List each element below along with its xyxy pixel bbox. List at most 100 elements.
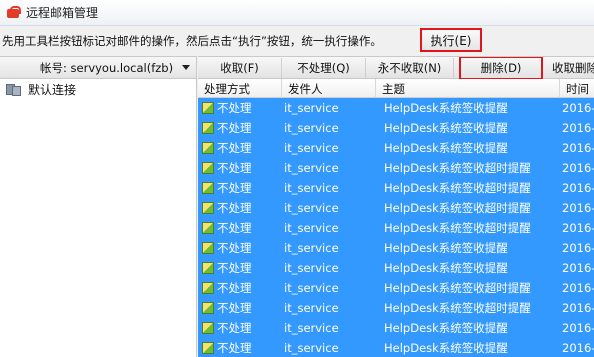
table-row[interactable]: 不处理 it_service HelpDesk系统签收提醒 2016- [198,338,594,357]
table-row[interactable]: 不处理 it_service HelpDesk系统签收超时提醒 2016- [198,198,594,218]
account-label: 帐号: servyou.local(fzb) [40,60,174,75]
subject-cell: HelpDesk系统签收提醒 [384,101,508,115]
sender-cell: it_service [284,121,339,135]
time-cell: 2016- [562,141,594,155]
table-row[interactable]: 不处理 it_service HelpDesk系统签收提醒 2016- [198,258,594,278]
mail-status-icon [202,342,214,354]
fetch-delete-button[interactable]: 收取删除 [548,58,594,78]
time-cell: 2016- [562,261,594,275]
sender-cell: it_service [284,261,339,275]
column-subject[interactable]: 主题 [376,79,560,98]
account-panel: 帐号: servyou.local(fzb) 默认连接 [0,56,197,357]
table-row[interactable]: 不处理 it_service HelpDesk系统签收提醒 2016- [198,238,594,258]
time-cell: 2016- [562,201,594,215]
table-row[interactable]: 不处理 it_service HelpDesk系统签收提醒 2016- [198,98,594,118]
action-cell: 不处理 [202,198,280,218]
time-cell: 2016- [562,241,594,255]
mail-status-icon [202,122,214,134]
instruction-text: 先用工具栏按钮标记对邮件的操作，然后点击“执行”按钮，统一执行操作。 [2,34,382,48]
connection-icon [6,83,21,96]
title-bar: 远程邮箱管理 [0,0,594,26]
table-row[interactable]: 不处理 it_service HelpDesk系统签收超时提醒 2016- [198,158,594,178]
time-cell: 2016- [562,181,594,195]
ignore-button[interactable]: 不处理(Q) [282,58,366,78]
table-row[interactable]: 不处理 it_service HelpDesk系统签收提醒 2016- [198,138,594,158]
subject-cell: HelpDesk系统签收超时提醒 [384,161,531,175]
subject-cell: HelpDesk系统签收提醒 [384,241,508,255]
action-text: 不处理 [217,161,252,175]
sender-cell: it_service [284,161,339,175]
action-text: 不处理 [217,301,252,315]
time-cell: 2016- [562,121,594,135]
mail-status-icon [202,282,214,294]
action-text: 不处理 [217,101,252,115]
table-row[interactable]: 不处理 it_service HelpDesk系统签收超时提醒 2016- [198,278,594,298]
action-text: 不处理 [217,181,252,195]
column-sender[interactable]: 发件人 [282,79,376,98]
action-cell: 不处理 [202,238,280,258]
mail-status-icon [202,322,214,334]
time-cell: 2016- [562,301,594,315]
account-selector[interactable]: 帐号: servyou.local(fzb) [0,57,196,79]
mail-status-icon [202,242,214,254]
table-row[interactable]: 不处理 it_service HelpDesk系统签收提醒 2016- [198,318,594,338]
action-text: 不处理 [217,141,252,155]
table-row[interactable]: 不处理 it_service HelpDesk系统签收超时提醒 2016- [198,298,594,318]
action-text: 不处理 [217,281,252,295]
mail-status-icon [202,222,214,234]
sender-cell: it_service [284,241,339,255]
column-action[interactable]: 处理方式 [198,79,282,98]
fetch-button[interactable]: 收取(F) [198,58,282,78]
mail-panel: 收取(F) 不处理(Q) 永不收取(N) 删除(D) 收取删除 处理方式 发件人… [198,56,594,357]
subject-cell: HelpDesk系统签收超时提醒 [384,301,531,315]
sender-cell: it_service [284,141,339,155]
action-text: 不处理 [217,221,252,235]
action-cell: 不处理 [202,298,280,318]
chevron-down-icon [182,65,190,70]
action-text: 不处理 [217,341,252,355]
subject-cell: HelpDesk系统签收提醒 [384,261,508,275]
table-row[interactable]: 不处理 it_service HelpDesk系统签收超时提醒 2016- [198,218,594,238]
mailbox-app-icon [6,5,21,20]
table-row[interactable]: 不处理 it_service HelpDesk系统签收超时提醒 2016- [198,178,594,198]
time-cell: 2016- [562,221,594,235]
time-cell: 2016- [562,101,594,115]
action-cell: 不处理 [202,158,280,178]
time-cell: 2016- [562,161,594,175]
sender-cell: it_service [284,181,339,195]
column-time[interactable]: 时间 [560,79,594,98]
sender-cell: it_service [284,341,339,355]
action-cell: 不处理 [202,138,280,158]
execute-button[interactable]: 执行(E) [420,28,482,52]
instruction-bar: 先用工具栏按钮标记对邮件的操作，然后点击“执行”按钮，统一执行操作。 [0,26,594,56]
sender-cell: it_service [284,201,339,215]
table-row[interactable]: 不处理 it_service HelpDesk系统签收提醒 2016- [198,118,594,138]
tree-item-default-connection[interactable]: 默认连接 [0,79,196,99]
action-cell: 不处理 [202,258,280,278]
sender-cell: it_service [284,281,339,295]
action-cell: 不处理 [202,178,280,198]
subject-cell: HelpDesk系统签收提醒 [384,341,508,355]
mail-status-icon [202,142,214,154]
never-fetch-button[interactable]: 永不收取(N) [366,58,454,78]
column-header: 处理方式 发件人 主题 时间 [198,79,594,98]
time-cell: 2016- [562,281,594,295]
subject-cell: HelpDesk系统签收提醒 [384,121,508,135]
sender-cell: it_service [284,221,339,235]
mail-status-icon [202,162,214,174]
window-title: 远程邮箱管理 [26,6,99,20]
time-cell: 2016- [562,321,594,335]
subject-cell: HelpDesk系统签收提醒 [384,321,508,335]
mail-status-icon [202,202,214,214]
action-cell: 不处理 [202,278,280,298]
mail-status-icon [202,302,214,314]
action-cell: 不处理 [202,118,280,138]
subject-cell: HelpDesk系统签收提醒 [384,141,508,155]
subject-cell: HelpDesk系统签收超时提醒 [384,281,531,295]
delete-button[interactable]: 删除(D) [459,57,543,80]
action-text: 不处理 [217,321,252,335]
sender-cell: it_service [284,101,339,115]
time-cell: 2016- [562,341,594,355]
sender-cell: it_service [284,321,339,335]
action-cell: 不处理 [202,218,280,238]
